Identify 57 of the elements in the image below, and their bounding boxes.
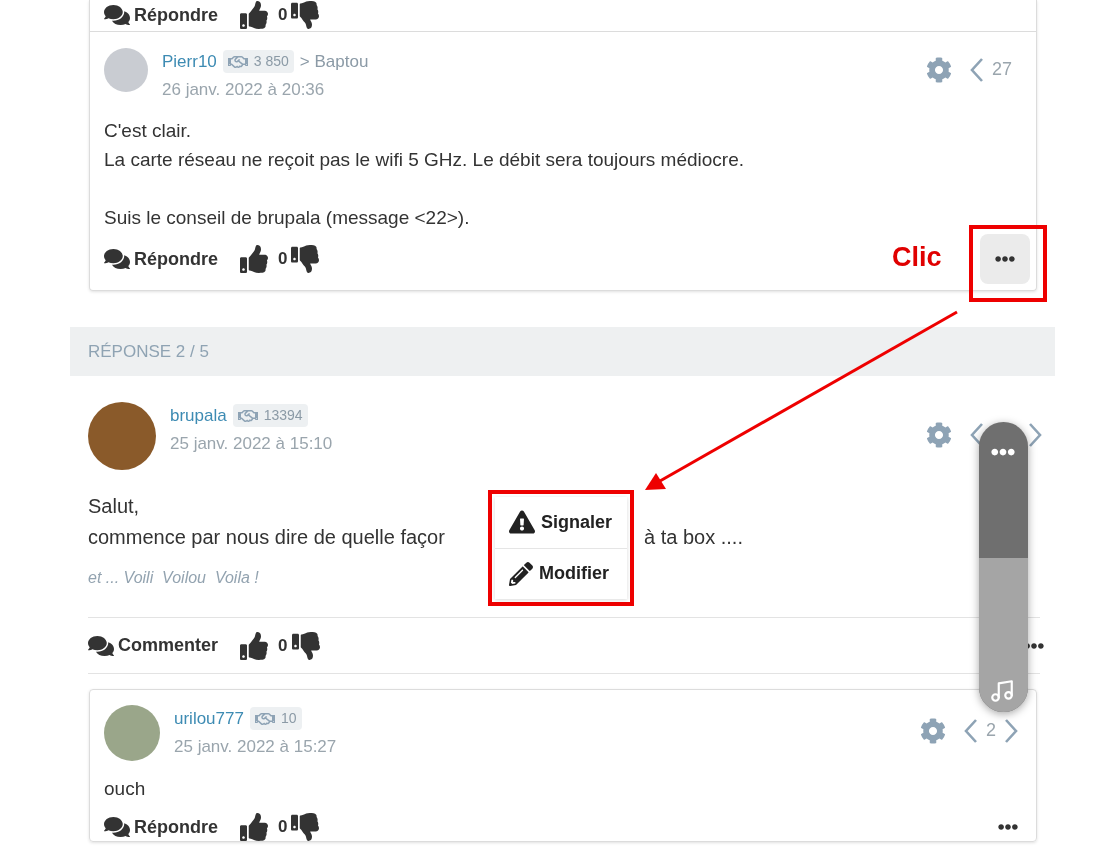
thumbs-up-icon[interactable] bbox=[240, 631, 269, 660]
chevron-left-icon[interactable] bbox=[964, 717, 978, 744]
like-count: 0 bbox=[278, 816, 288, 839]
reputation-count: 3 850 bbox=[253, 52, 289, 72]
comment-text: Suis le conseil de brupala (message <22>). bbox=[104, 206, 470, 230]
author-link[interactable]: brupala bbox=[170, 403, 227, 429]
pencil-icon bbox=[509, 561, 533, 586]
settings-icon[interactable] bbox=[925, 56, 952, 83]
speech-bubbles-icon bbox=[104, 814, 130, 840]
post-date: 26 janv. 2022 à 20:36 bbox=[162, 78, 326, 101]
chevron-left-icon[interactable] bbox=[969, 56, 984, 83]
reputation-count: 13394 bbox=[263, 406, 303, 426]
volume-slider[interactable] bbox=[979, 422, 1028, 712]
reputation-count: 10 bbox=[280, 709, 297, 729]
post-date: 25 janv. 2022 à 15:27 bbox=[174, 735, 337, 758]
like-count: 0 bbox=[278, 634, 288, 657]
post-text: à ta box .... bbox=[644, 525, 743, 550]
menu-item[interactable]: Signaler bbox=[495, 497, 627, 548]
warning-icon bbox=[509, 509, 535, 536]
settings-icon[interactable] bbox=[926, 422, 952, 448]
comment-text: C'est clair. bbox=[104, 119, 192, 143]
reply-button[interactable]: Répondre bbox=[104, 245, 218, 273]
annotation-label: Clic bbox=[892, 241, 942, 274]
avatar-photo bbox=[104, 705, 160, 761]
reply-count: 27 bbox=[991, 58, 1012, 81]
section-label: RÉPONSE 2 / 5 bbox=[88, 340, 209, 363]
thumbs-up-icon[interactable] bbox=[240, 245, 268, 273]
reply-button[interactable]: Répondre bbox=[104, 1, 218, 29]
reply-to-label: > Baptou bbox=[299, 51, 369, 73]
reply-count: 2 bbox=[986, 719, 996, 742]
menu-item[interactable]: Modifier bbox=[495, 547, 627, 599]
thumbs-down-icon[interactable] bbox=[291, 245, 320, 273]
reply-button[interactable]: Répondre bbox=[104, 813, 218, 841]
like-count: 0 bbox=[278, 248, 288, 271]
comment-button[interactable]: Commenter bbox=[88, 632, 219, 659]
thumbs-down-icon[interactable] bbox=[291, 1, 320, 29]
author-link[interactable]: Pierr10 bbox=[162, 49, 217, 75]
avatar-photo bbox=[104, 48, 148, 92]
thumbs-up-icon[interactable] bbox=[240, 813, 268, 841]
post-text: Salut, bbox=[88, 494, 140, 519]
chevron-right-icon[interactable] bbox=[1004, 717, 1018, 744]
thumbs-down-icon[interactable] bbox=[291, 813, 320, 841]
comment-text: ouch bbox=[104, 777, 146, 801]
settings-icon[interactable] bbox=[920, 717, 946, 744]
post-text: commence par nous dire de quelle façor bbox=[88, 525, 445, 550]
chevron-right-icon[interactable] bbox=[1028, 422, 1042, 448]
speech-bubbles-icon bbox=[104, 246, 130, 272]
thumbs-down-icon[interactable] bbox=[291, 631, 320, 660]
thumbs-up-icon[interactable] bbox=[240, 1, 268, 29]
like-count: 0 bbox=[278, 4, 288, 27]
comment-text: La carte réseau ne reçoit pas le wifi 5 GHz. Le débit sera toujours médiocre. bbox=[104, 148, 744, 172]
more-button[interactable] bbox=[980, 234, 1030, 284]
signature-text: et ... Voili Voilou Voila ! bbox=[88, 568, 259, 588]
music-note-icon bbox=[989, 678, 1015, 704]
post-date: 25 janv. 2022 à 15:10 bbox=[170, 432, 333, 455]
speech-bubbles-icon bbox=[104, 2, 130, 28]
author-link[interactable]: urilou777 bbox=[174, 706, 244, 732]
